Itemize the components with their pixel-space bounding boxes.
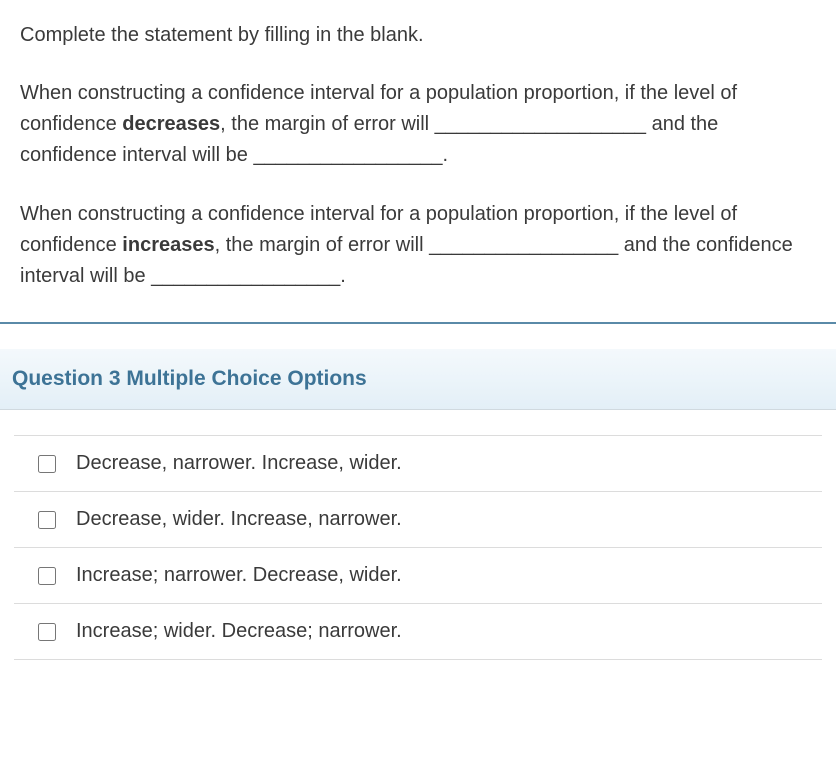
option-label: Decrease, narrower. Increase, wider. <box>76 452 402 475</box>
instruction-text: Complete the statement by filling in the… <box>20 20 816 50</box>
option-checkbox-4[interactable] <box>38 623 56 641</box>
options-header: Question 3 Multiple Choice Options <box>0 349 836 410</box>
para1-bold: decreases <box>122 113 220 135</box>
option-label: Increase; wider. Decrease; narrower. <box>76 620 402 643</box>
options-container: Decrease, narrower. Increase, wider. Dec… <box>0 410 836 674</box>
option-row[interactable]: Increase; narrower. Decrease, wider. <box>14 548 822 604</box>
question-paragraph-2: When constructing a confidence interval … <box>20 199 816 292</box>
option-label: Increase; narrower. Decrease, wider. <box>76 564 402 587</box>
question-paragraph-1: When constructing a confidence interval … <box>20 78 816 171</box>
question-content: Complete the statement by filling in the… <box>0 0 836 322</box>
option-row[interactable]: Increase; wider. Decrease; narrower. <box>14 604 822 660</box>
para2-bold: increases <box>122 234 214 256</box>
option-checkbox-1[interactable] <box>38 455 56 473</box>
option-checkbox-2[interactable] <box>38 511 56 529</box>
option-label: Decrease, wider. Increase, narrower. <box>76 508 402 531</box>
section-divider <box>0 322 836 324</box>
option-row[interactable]: Decrease, narrower. Increase, wider. <box>14 435 822 492</box>
option-checkbox-3[interactable] <box>38 567 56 585</box>
option-row[interactable]: Decrease, wider. Increase, narrower. <box>14 492 822 548</box>
